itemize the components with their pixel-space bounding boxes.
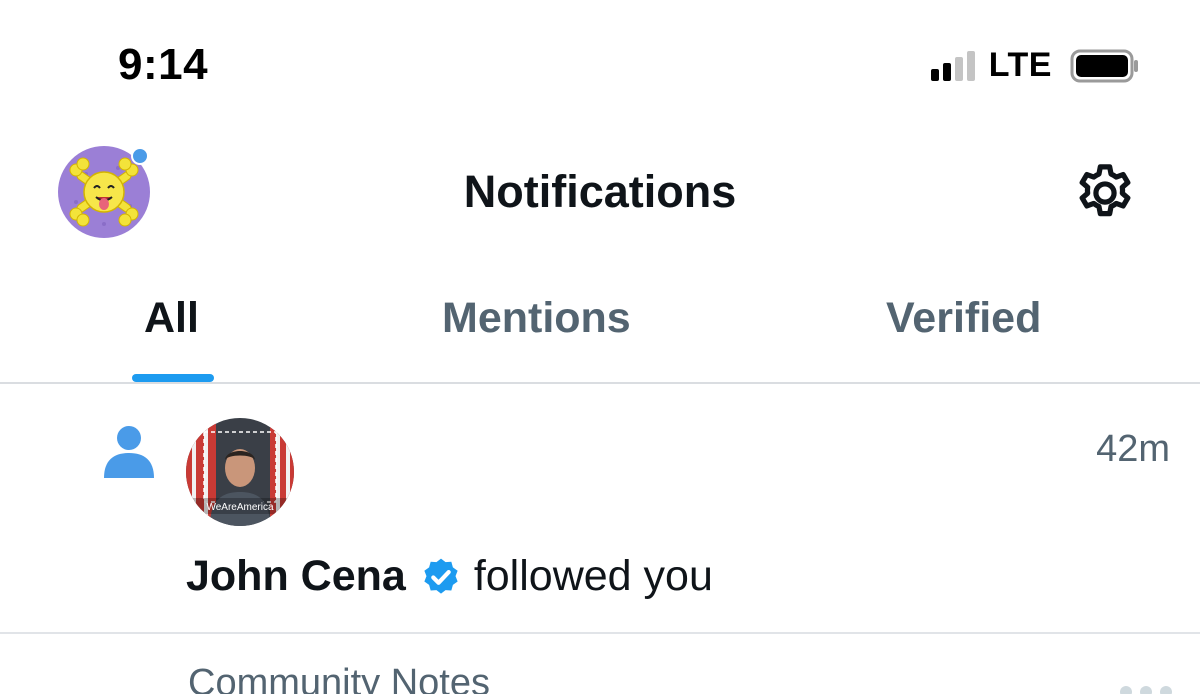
notification-text: John Cena followed you xyxy=(186,552,713,601)
follower-avatar[interactable]: WeAreAmerica xyxy=(186,418,294,526)
active-tab-indicator xyxy=(132,374,214,382)
avatar-caption: WeAreAmerica xyxy=(206,502,273,513)
gear-icon[interactable] xyxy=(1072,160,1138,226)
notification-time: 42m xyxy=(1096,428,1170,470)
follower-avatar-image: WeAreAmerica xyxy=(186,418,294,526)
tab-verified[interactable]: Verified xyxy=(886,294,1041,343)
verified-badge-icon xyxy=(424,558,458,594)
notification-action: followed you xyxy=(473,552,713,600)
notifications-header: Notifications xyxy=(0,130,1200,250)
more-options-icon[interactable] xyxy=(1120,686,1172,694)
network-type: LTE xyxy=(988,46,1052,84)
notification-item-follow[interactable]: WeAreAmerica 42m John Cena followed you xyxy=(0,384,1200,634)
status-bar: 9:14 LTE xyxy=(0,0,1200,130)
notification-tabs: All Mentions Verified xyxy=(0,250,1200,384)
page-title: Notifications xyxy=(463,166,737,217)
battery-icon xyxy=(1070,49,1138,82)
notification-item-community-notes[interactable]: Community Notes xyxy=(0,636,1200,694)
signal-strength-icon xyxy=(930,50,975,81)
tab-mentions[interactable]: Mentions xyxy=(442,294,631,343)
tab-all[interactable]: All xyxy=(144,294,199,343)
community-notes-label: Community Notes xyxy=(188,662,490,694)
follower-name[interactable]: John Cena xyxy=(186,552,406,601)
person-icon xyxy=(104,426,154,478)
status-indicators: LTE xyxy=(930,46,1140,85)
status-time: 9:14 xyxy=(118,40,209,89)
